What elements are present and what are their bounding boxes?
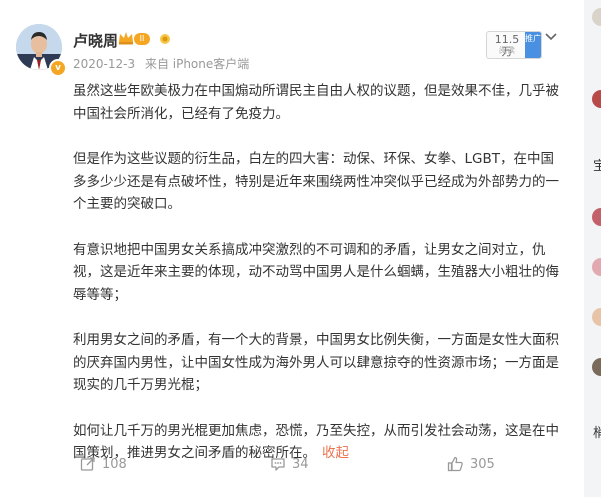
comment-button[interactable]: 34 (270, 452, 309, 476)
post-source: 来自 iPhone客户端 (144, 57, 250, 71)
repost-button[interactable]: 108 (80, 452, 127, 476)
promote-button[interactable]: 推广 (525, 32, 541, 58)
read-label: 阅读 (499, 46, 515, 55)
share-icon (80, 457, 95, 471)
chevron-down-icon[interactable] (544, 30, 558, 44)
action-bar: 108 34 305 (0, 452, 584, 476)
paragraph: 但是作为这些议题的衍生品，白左的四大害：动保、环保、女拳、LGBT，在中国多多少… (73, 151, 559, 212)
crown-icon (119, 32, 133, 45)
like-icon (447, 456, 463, 472)
paragraph: 利用男女之间的矛盾，有一个大的背景，中国男女比例失衡，一方面是女性大面积的厌弃国… (73, 332, 559, 393)
comment-icon (271, 458, 285, 471)
sidebar-text: 宝 (593, 159, 601, 174)
weibo-post-card: v 卢晓周 II 2020-12-3 来自 iPhone客户端 11.5万 阅读… (0, 0, 584, 497)
author-name[interactable]: 卢晓周 (73, 30, 118, 51)
post-content: 虽然这些年欧美极力在中国煽动所谓民主自由人权的议题，但是效果不佳，几乎被中国社会… (73, 80, 561, 465)
comment-count: 34 (292, 456, 309, 472)
like-button[interactable]: 305 (447, 452, 495, 476)
verified-badge: v (49, 59, 67, 77)
level-badge: II (134, 33, 150, 45)
like-count: 305 (470, 456, 495, 472)
post-meta: 2020-12-3 来自 iPhone客户端 (73, 55, 255, 72)
paragraph: 虽然这些年欧美极力在中国煽动所谓民主自由人权的议题，但是效果不佳，几乎被中国社会… (73, 83, 559, 122)
repost-count: 108 (102, 456, 127, 472)
paragraph: 有意识地把中国男女关系搞成冲突激烈的不可调和的矛盾，让男女之间对立，仇视，这是近… (73, 241, 559, 303)
sidebar-text: 梢 (593, 426, 601, 441)
medal-icon (160, 34, 170, 44)
post-date[interactable]: 2020-12-3 (73, 57, 135, 71)
read-count-box[interactable]: 11.5万 阅读 推广 (486, 31, 542, 59)
